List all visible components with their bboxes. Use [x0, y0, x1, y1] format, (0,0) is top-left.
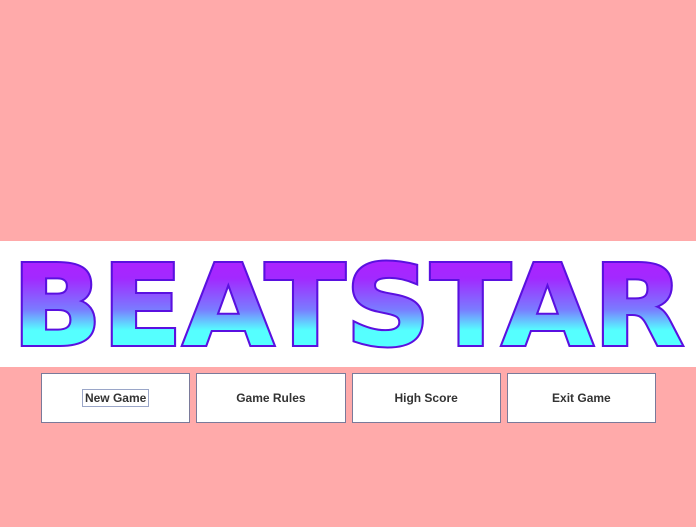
exit-game-button[interactable]: Exit Game [506, 373, 656, 423]
high-score-button[interactable]: High Score [351, 373, 501, 423]
main-menu: New Game Game Rules High Score Exit Game [41, 373, 656, 423]
game-rules-button[interactable]: Game Rules [196, 373, 346, 423]
exit-game-label: Exit Game [552, 391, 611, 405]
background-top [0, 0, 696, 241]
background-bottom [0, 428, 696, 527]
game-title: BEATSTAR [12, 242, 684, 367]
new-game-label: New Game [81, 389, 150, 407]
title-banner: BEATSTAR [0, 241, 696, 367]
game-rules-label: Game Rules [236, 391, 306, 405]
high-score-label: High Score [394, 391, 458, 405]
new-game-button[interactable]: New Game [41, 373, 191, 423]
title-logo: BEATSTAR [10, 241, 686, 367]
